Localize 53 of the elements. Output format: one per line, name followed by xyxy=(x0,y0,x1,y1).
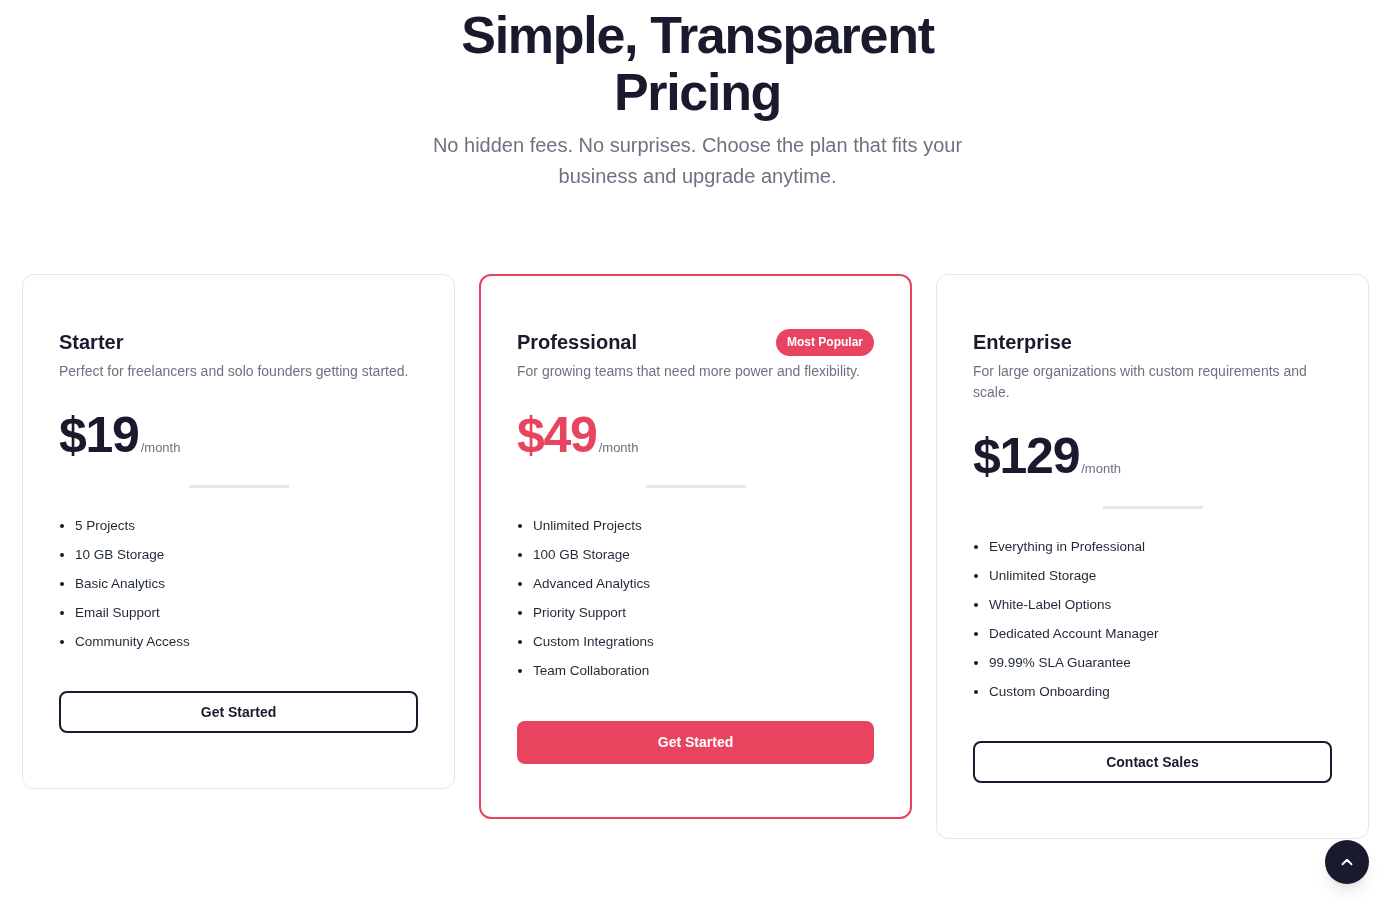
feature-item: Custom Onboarding xyxy=(989,683,1110,701)
bullet-icon xyxy=(518,669,522,673)
plan-button[interactable]: Get Started xyxy=(59,691,418,733)
feature-item: Team Collaboration xyxy=(533,662,650,680)
plan-description: Perfect for freelancers and solo founders getting started. xyxy=(59,362,410,381)
bullet-icon xyxy=(60,640,64,644)
scroll-to-top-button[interactable] xyxy=(1325,840,1369,884)
plan-description: For large organizations with custom requirements and scale. xyxy=(973,362,1308,402)
feature-item: Dedicated Account Manager xyxy=(989,625,1159,643)
bullet-icon xyxy=(974,661,978,665)
feature-item: White-Label Options xyxy=(989,596,1112,614)
bullet-icon xyxy=(60,611,64,615)
plan-button[interactable]: Contact Sales xyxy=(973,741,1332,783)
feature-item: Custom Integrations xyxy=(533,633,654,651)
bullet-icon xyxy=(60,582,64,586)
bullet-icon xyxy=(974,574,978,578)
bullet-icon xyxy=(518,553,522,557)
bullet-icon xyxy=(60,524,64,528)
bullet-icon xyxy=(60,553,64,557)
feature-item: Unlimited Projects xyxy=(533,517,642,535)
plan-name: Starter xyxy=(59,330,124,354)
billing-period: /month xyxy=(1081,460,1121,478)
page-subtitle: No hidden fees. No surprises. Choose the plan that fits your business and upgrade anytime. xyxy=(431,133,964,189)
bullet-icon xyxy=(974,603,978,607)
billing-period: /month xyxy=(140,439,181,457)
bullet-icon xyxy=(974,545,978,549)
price: $129 xyxy=(973,431,1080,481)
plan-name: Professional xyxy=(517,330,638,354)
bullet-icon xyxy=(518,611,522,615)
feature-item: Priority Support xyxy=(533,604,627,622)
feature-item: Community Access xyxy=(75,633,190,651)
feature-item: Everything in Professional xyxy=(989,538,1146,556)
page-title: Simple, Transparent Pricing xyxy=(460,7,936,121)
most-popular-badge: Most Popular xyxy=(776,328,874,356)
price: $49 xyxy=(517,410,597,460)
bullet-icon xyxy=(974,690,978,694)
feature-item: Email Support xyxy=(75,604,160,622)
feature-item: 10 GB Storage xyxy=(75,546,165,564)
feature-item: Advanced Analytics xyxy=(533,575,651,593)
bullet-icon xyxy=(518,640,522,644)
feature-item: Unlimited Storage xyxy=(989,567,1097,585)
plan-button[interactable]: Get Started xyxy=(517,721,874,764)
feature-item: 5 Projects xyxy=(75,517,136,535)
plan-name: Enterprise xyxy=(973,330,1072,354)
bullet-icon xyxy=(518,582,522,586)
bullet-icon xyxy=(518,524,522,528)
feature-item: 100 GB Storage xyxy=(533,546,630,564)
bullet-icon xyxy=(974,632,978,636)
plan-description: For growing teams that need more power and flexibility. xyxy=(517,362,861,381)
feature-item: 99.99% SLA Guarantee xyxy=(989,654,1131,672)
billing-period: /month xyxy=(598,439,639,457)
price: $19 xyxy=(59,410,139,460)
feature-item: Basic Analytics xyxy=(75,575,166,593)
